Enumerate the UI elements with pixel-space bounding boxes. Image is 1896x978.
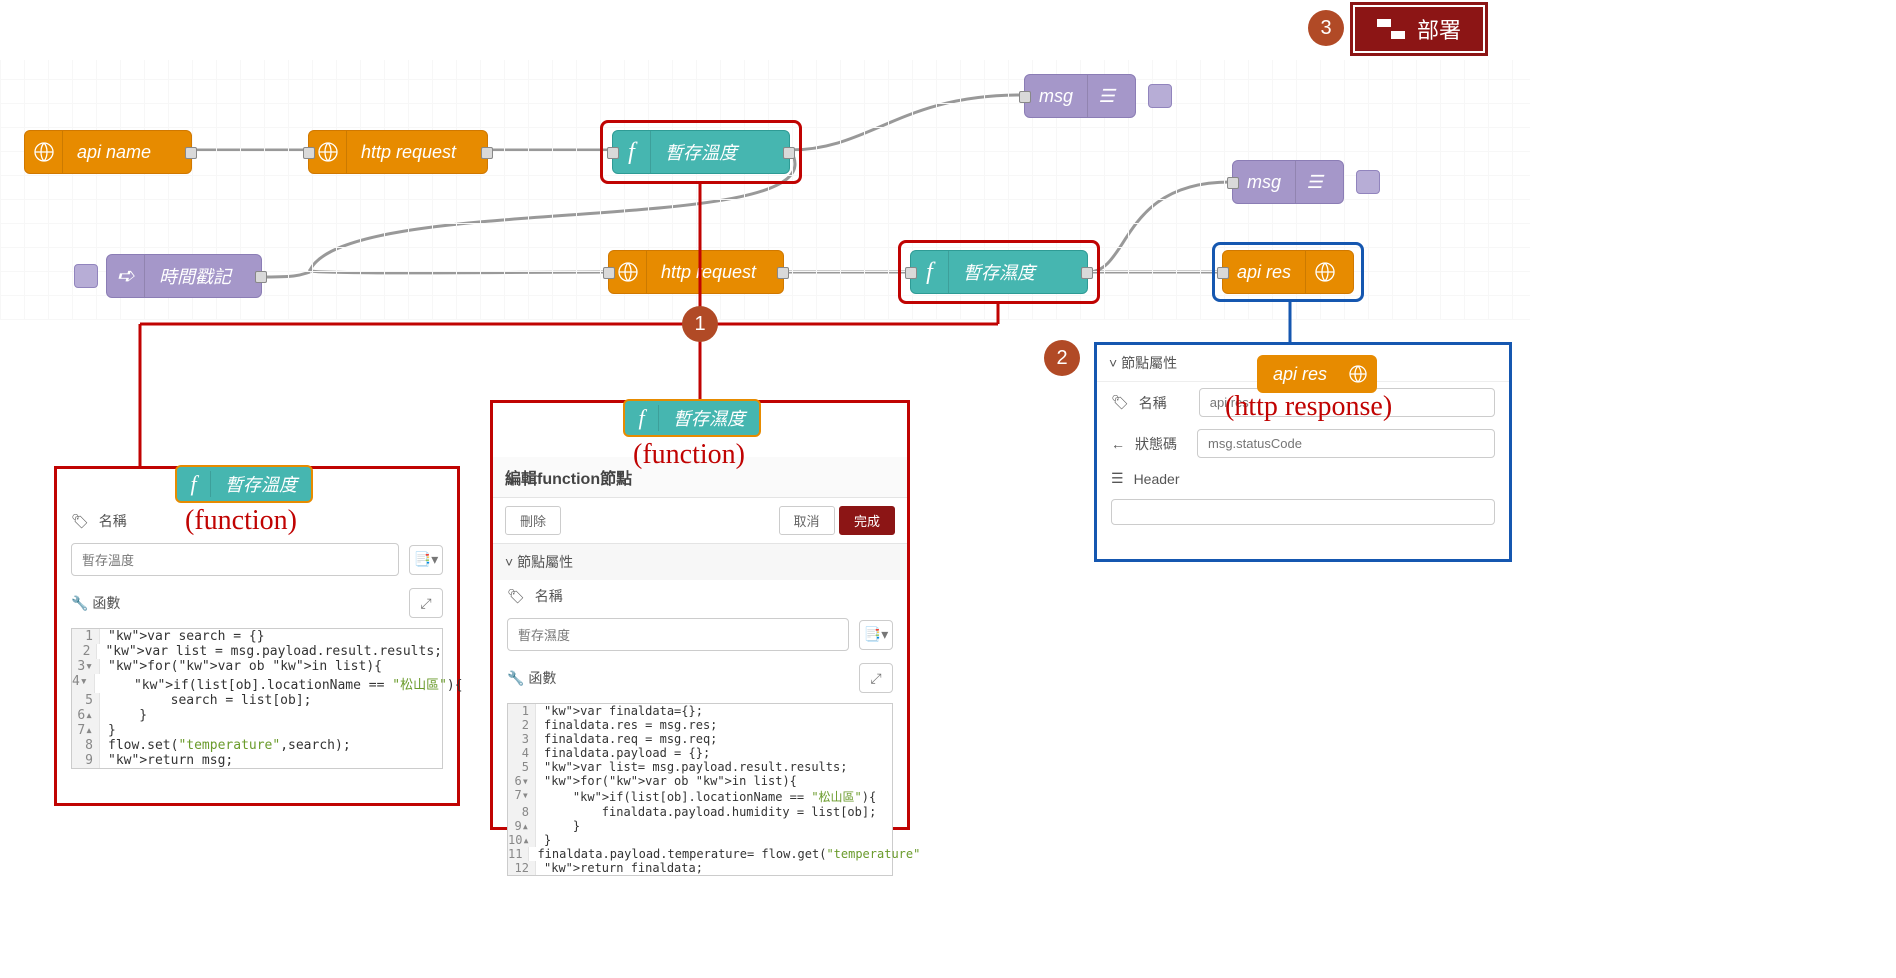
input-port[interactable] bbox=[1227, 177, 1239, 189]
input-port[interactable] bbox=[1019, 91, 1031, 103]
panel-function-humidity: f 暫存濕度 (function) 編輯function節點 刪除 取消 完成 … bbox=[490, 400, 910, 830]
wrench-icon: 🔧 bbox=[71, 595, 88, 611]
wrench-icon: 🔧 bbox=[507, 670, 524, 686]
panel-node-chip: api res bbox=[1257, 355, 1377, 393]
globe-icon bbox=[25, 131, 63, 173]
node-label: api res bbox=[1223, 262, 1305, 283]
func-label: 函數 bbox=[528, 670, 556, 686]
output-port[interactable] bbox=[185, 147, 197, 159]
list-icon: ☰ bbox=[1087, 75, 1125, 117]
debug-toggle[interactable] bbox=[1148, 84, 1172, 108]
dialog-title: 編輯function節點 bbox=[505, 465, 632, 489]
node-label: http request bbox=[347, 142, 470, 163]
annotation-function: (function) bbox=[633, 439, 745, 471]
function-icon: f bbox=[625, 405, 659, 431]
globe-icon bbox=[1341, 364, 1375, 384]
annotation-http-response: (http response) bbox=[1225, 391, 1392, 423]
tag-icon: 🏷 bbox=[1111, 394, 1129, 411]
node-label: 暫存濕度 bbox=[949, 259, 1049, 285]
cancel-button[interactable]: 取消 bbox=[779, 506, 835, 535]
node-api-res[interactable]: api res bbox=[1222, 250, 1354, 294]
header-label: Header bbox=[1134, 471, 1180, 487]
func-label: 函數 bbox=[92, 595, 120, 611]
arrow-right-icon: ➪ bbox=[107, 255, 145, 297]
section-header[interactable]: ˅ 節點屬性 bbox=[493, 544, 907, 580]
header-input[interactable] bbox=[1111, 499, 1495, 525]
name-label: 名稱 bbox=[1139, 393, 1167, 413]
input-port[interactable] bbox=[603, 267, 615, 279]
node-http-request-1[interactable]: http request bbox=[308, 130, 488, 174]
node-label: 時間戳記 bbox=[145, 263, 245, 289]
panel-node-chip: f 暫存濕度 bbox=[623, 399, 761, 437]
code-editor[interactable]: 1"kw">var finaldata={};2finaldata.res = … bbox=[507, 703, 893, 876]
node-debug-msg-2[interactable]: msg ☰ bbox=[1232, 160, 1344, 204]
bookmark-button[interactable]: 📑▾ bbox=[859, 620, 893, 650]
list-icon: ☰ bbox=[1295, 161, 1333, 203]
expand-button[interactable]: ⤢ bbox=[409, 588, 443, 618]
name-input[interactable]: 暫存溫度 bbox=[71, 543, 399, 576]
panel-function-temperature: f 暫存溫度 (function) 🏷 名稱 暫存溫度 📑▾ 🔧 函數 ⤢ 1"… bbox=[54, 466, 460, 806]
node-api-name[interactable]: api name bbox=[24, 130, 192, 174]
node-label: msg bbox=[1025, 86, 1087, 107]
node-function-humidity[interactable]: f 暫存濕度 bbox=[910, 250, 1088, 294]
inject-toggle[interactable] bbox=[74, 264, 98, 288]
input-port[interactable] bbox=[1217, 267, 1229, 279]
node-http-request-2[interactable]: http request bbox=[608, 250, 784, 294]
output-port[interactable] bbox=[255, 271, 267, 283]
node-timestamp[interactable]: ➪ 時間戳記 bbox=[106, 254, 262, 298]
deploy-label: 部署 bbox=[1417, 13, 1461, 45]
step-badge-1: 1 bbox=[682, 306, 718, 342]
function-icon: f bbox=[177, 471, 211, 497]
input-port[interactable] bbox=[303, 147, 315, 159]
node-debug-msg-1[interactable]: msg ☰ bbox=[1024, 74, 1136, 118]
deploy-button[interactable]: 部署 bbox=[1355, 7, 1483, 51]
step-badge-2: 2 bbox=[1044, 340, 1080, 376]
node-label: api name bbox=[63, 142, 165, 163]
node-label: http request bbox=[647, 262, 770, 283]
bookmark-button[interactable]: 📑▾ bbox=[409, 545, 443, 575]
arrow-left-icon: ← bbox=[1111, 436, 1125, 452]
output-port[interactable] bbox=[481, 147, 493, 159]
name-input[interactable]: 暫存濕度 bbox=[507, 618, 849, 651]
panel-http-response: api res (http response) ˅ 節點屬性 🏷 名稱 api … bbox=[1094, 342, 1512, 562]
output-port[interactable] bbox=[777, 267, 789, 279]
statuscode-input[interactable] bbox=[1197, 429, 1495, 458]
expand-button[interactable]: ⤢ bbox=[859, 663, 893, 693]
globe-icon bbox=[1305, 251, 1343, 293]
output-port[interactable] bbox=[1081, 267, 1093, 279]
node-function-temperature[interactable]: f 暫存溫度 bbox=[612, 130, 790, 174]
tag-icon: 🏷 bbox=[71, 513, 89, 530]
panel-node-chip: f 暫存溫度 bbox=[175, 465, 313, 503]
delete-button[interactable]: 刪除 bbox=[505, 506, 561, 535]
code-editor[interactable]: 1"kw">var search = {}2"kw">var list = ms… bbox=[71, 628, 443, 769]
input-port[interactable] bbox=[905, 267, 917, 279]
input-port[interactable] bbox=[607, 147, 619, 159]
tag-icon: 🏷 bbox=[507, 588, 525, 605]
node-label: 暫存溫度 bbox=[651, 139, 751, 165]
step-badge-3: 3 bbox=[1308, 10, 1344, 46]
name-label: 名稱 bbox=[535, 586, 563, 606]
status-label: 狀態碼 bbox=[1135, 434, 1177, 454]
deploy-highlight: 部署 bbox=[1350, 2, 1488, 56]
debug-toggle[interactable] bbox=[1356, 170, 1380, 194]
done-button[interactable]: 完成 bbox=[839, 506, 895, 535]
annotation-function: (function) bbox=[185, 505, 297, 537]
deploy-icon bbox=[1377, 19, 1405, 39]
list-icon: ☰ bbox=[1111, 470, 1124, 487]
name-label: 名稱 bbox=[99, 511, 127, 531]
output-port[interactable] bbox=[783, 147, 795, 159]
node-label: msg bbox=[1233, 172, 1295, 193]
